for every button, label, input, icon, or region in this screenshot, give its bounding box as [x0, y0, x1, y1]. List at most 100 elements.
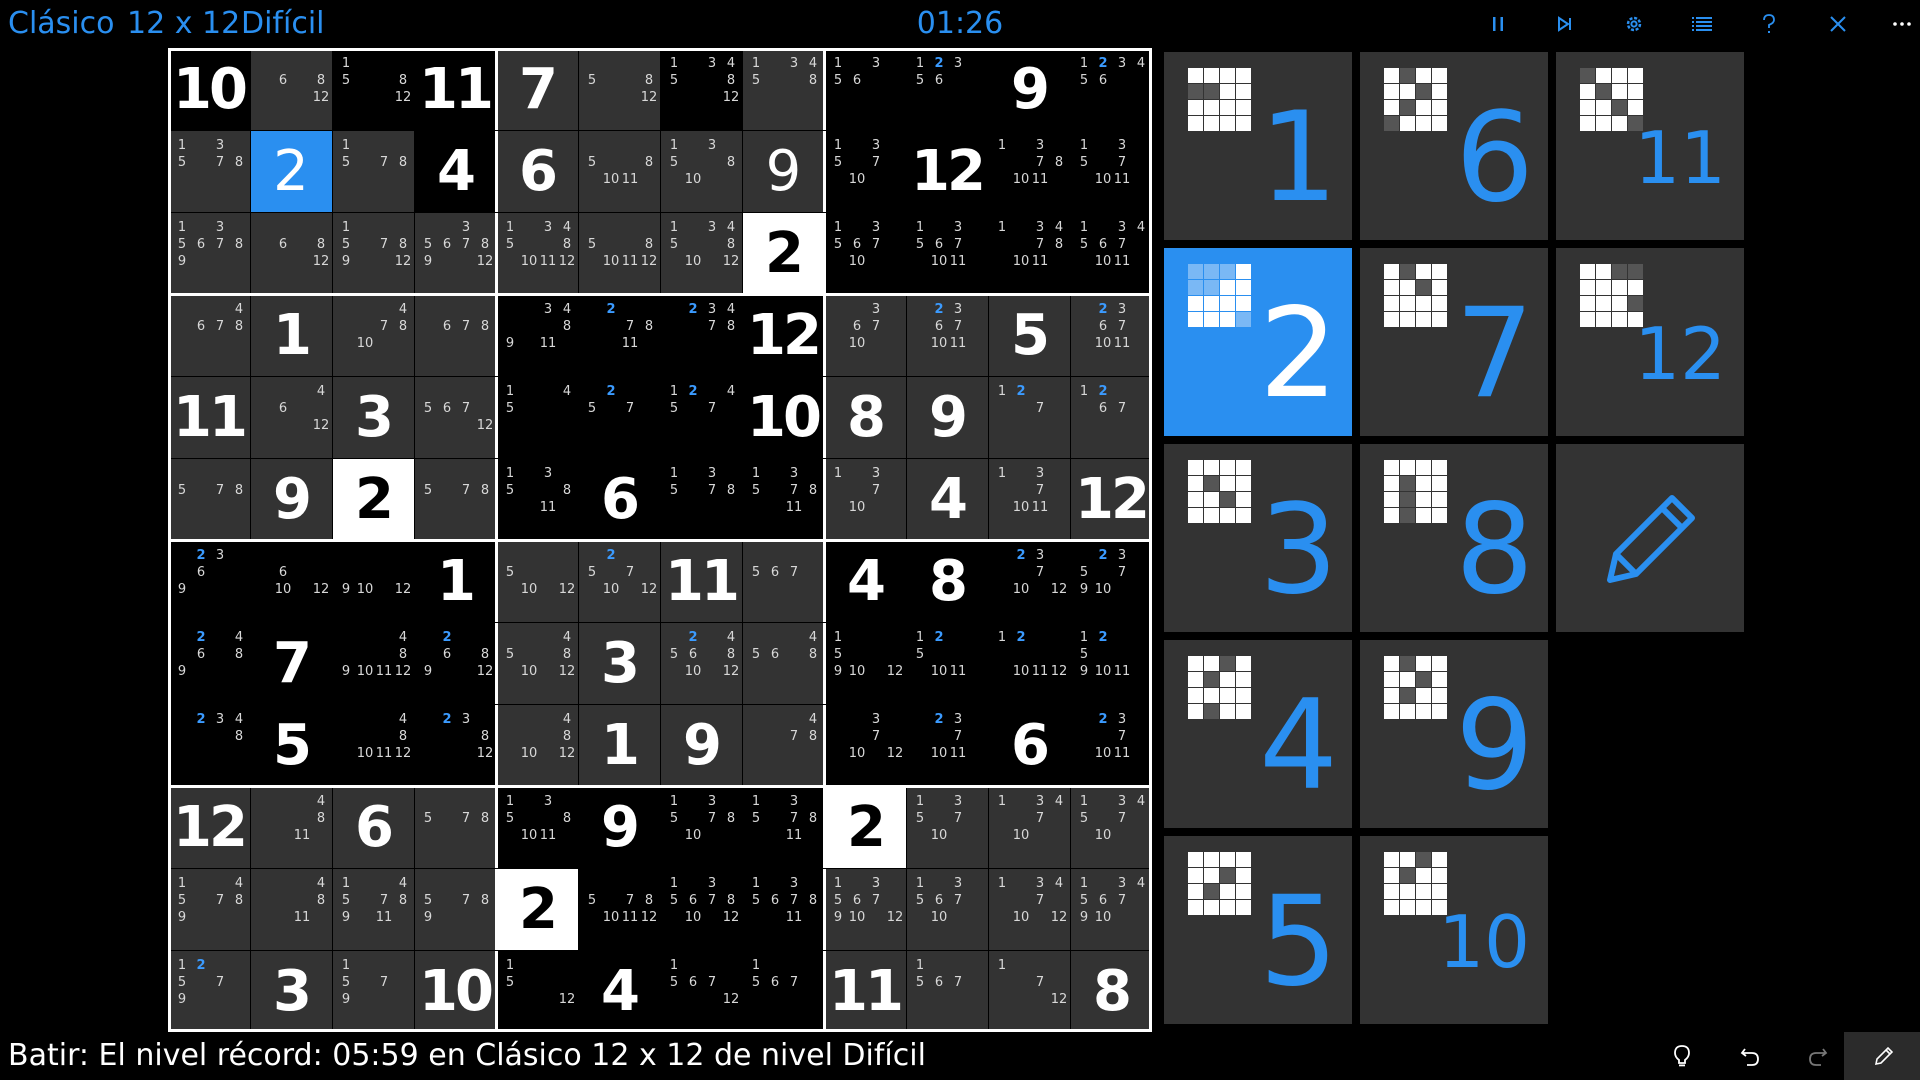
- cell[interactable]: 5 78: [414, 786, 496, 868]
- pencil-icon[interactable]: [1866, 1040, 1902, 1072]
- cell[interactable]: 9: [742, 130, 824, 212]
- cell[interactable]: 123 56: [906, 48, 988, 130]
- cell[interactable]: 2: [824, 786, 906, 868]
- pencil-button[interactable]: [1556, 444, 1744, 632]
- cell[interactable]: 12: [1070, 458, 1152, 540]
- size-title[interactable]: 12 x 12: [127, 3, 240, 45]
- cell[interactable]: 1234 56: [1070, 48, 1152, 130]
- cell[interactable]: 1567: [906, 950, 988, 1032]
- cell[interactable]: 1: [414, 540, 496, 622]
- cell[interactable]: 1 7 12: [988, 950, 1070, 1032]
- number-tile-1[interactable]: 1: [1164, 52, 1352, 240]
- cell[interactable]: 3 6 7 10: [824, 294, 906, 376]
- cell[interactable]: 11: [168, 376, 250, 458]
- cell[interactable]: 1 2 10 11 12: [988, 622, 1070, 704]
- cell[interactable]: 6 8 12: [250, 212, 332, 294]
- cell[interactable]: 4: [578, 950, 660, 1032]
- cell[interactable]: 4: [414, 130, 496, 212]
- cell[interactable]: 23478: [660, 294, 742, 376]
- cell[interactable]: 2: [742, 212, 824, 294]
- cell[interactable]: 5 8 10 11 12: [578, 212, 660, 294]
- cell[interactable]: 7: [496, 48, 578, 130]
- cell[interactable]: 8: [906, 540, 988, 622]
- cell[interactable]: 6: [496, 130, 578, 212]
- cell[interactable]: 1 2 5 10 11: [906, 622, 988, 704]
- cell[interactable]: 2 3 7 10 11: [906, 704, 988, 786]
- cell[interactable]: 4 8 9 10 11 12: [332, 622, 414, 704]
- cell[interactable]: 1 5 12: [496, 950, 578, 1032]
- cell[interactable]: 12: [906, 130, 988, 212]
- cell[interactable]: 5: [988, 294, 1070, 376]
- cell[interactable]: 1 3 7 10: [824, 458, 906, 540]
- cell[interactable]: 2 7 8 11: [578, 294, 660, 376]
- cell[interactable]: 4 5 8 10 12: [496, 622, 578, 704]
- cell[interactable]: 1 3 5 7 10: [906, 786, 988, 868]
- cell[interactable]: 1 3 5678 9: [168, 212, 250, 294]
- cell[interactable]: 1 3 4 7 10: [988, 786, 1070, 868]
- cell[interactable]: 4 7 8 10: [332, 294, 414, 376]
- cell[interactable]: 1 3 5 6 7 8 10 12: [660, 868, 742, 950]
- cell[interactable]: 8: [824, 376, 906, 458]
- cell[interactable]: 4 8 11: [250, 868, 332, 950]
- cell[interactable]: 5 78: [414, 458, 496, 540]
- number-tile-8[interactable]: 8: [1360, 444, 1548, 632]
- number-tile-10[interactable]: 10: [1360, 836, 1548, 1024]
- cell[interactable]: 1 3 5 8 10: [660, 130, 742, 212]
- lightbulb-icon[interactable]: [1664, 1040, 1700, 1072]
- redo-icon[interactable]: [1800, 1040, 1836, 1072]
- undo-icon[interactable]: [1732, 1040, 1768, 1072]
- cell[interactable]: 1 3 5 6 7 10: [906, 868, 988, 950]
- cell[interactable]: 1 4 5: [496, 376, 578, 458]
- cell[interactable]: 478: [742, 704, 824, 786]
- cell[interactable]: 1 3 5 7 8 11: [742, 786, 824, 868]
- cell[interactable]: 9: [906, 376, 988, 458]
- cell[interactable]: 1 3 5 78: [660, 458, 742, 540]
- cell[interactable]: 9: [660, 704, 742, 786]
- cell[interactable]: 1578: [332, 130, 414, 212]
- cell[interactable]: 5: [250, 704, 332, 786]
- cell[interactable]: 3: [250, 950, 332, 1032]
- cell[interactable]: 2: [332, 458, 414, 540]
- list-icon[interactable]: [1684, 8, 1720, 40]
- cell[interactable]: 2 3 7 10 11: [1070, 704, 1152, 786]
- sudoku-board[interactable]: 10 6 8 12 1 5 8 12 11 7 5 8 12 1 3 4 5 8 12 1 3 4 5 8 1 3 5 6 1 2 3 5 6 9…: [168, 48, 1152, 1032]
- cell[interactable]: 1 3 5 7 10 11: [1070, 130, 1152, 212]
- cell[interactable]: 12 67: [1070, 376, 1152, 458]
- number-tile-12[interactable]: 12: [1556, 248, 1744, 436]
- cell[interactable]: 1 3 7 10 11: [988, 458, 1070, 540]
- cell[interactable]: 2: [496, 868, 578, 950]
- cell[interactable]: 1 3 5 6 7 9 10 12: [824, 868, 906, 950]
- cell[interactable]: 9: [578, 786, 660, 868]
- cell[interactable]: 3 5 6 7 8 9 12: [414, 212, 496, 294]
- cell[interactable]: 1 5 9 10 12: [824, 622, 906, 704]
- cell[interactable]: 1: [578, 704, 660, 786]
- pause-icon[interactable]: [1480, 8, 1516, 40]
- cell[interactable]: 3: [332, 376, 414, 458]
- cell[interactable]: 5 10 12: [496, 540, 578, 622]
- cell[interactable]: 1 3 5 6 7 10 11: [906, 212, 988, 294]
- cell[interactable]: 1: [250, 294, 332, 376]
- cell[interactable]: 3 7 10 12: [824, 704, 906, 786]
- cell[interactable]: 2 3 6 7 10 11: [906, 294, 988, 376]
- cell[interactable]: 6: [332, 786, 414, 868]
- cell[interactable]: 2 3 7 10 12: [988, 540, 1070, 622]
- cell[interactable]: 1 3 4 7 10 12: [988, 868, 1070, 950]
- cell[interactable]: 1 4 5 78 9: [168, 868, 250, 950]
- cell[interactable]: 6: [578, 458, 660, 540]
- number-tile-11[interactable]: 11: [1556, 52, 1744, 240]
- cell[interactable]: 1 3 5 7 8 11: [742, 458, 824, 540]
- cell[interactable]: 5 8 10 11: [578, 130, 660, 212]
- cell[interactable]: 1 5 7 8 9 12: [332, 212, 414, 294]
- cell[interactable]: 1 3 5 8 10 11: [496, 786, 578, 868]
- cell[interactable]: 1 3 56: [824, 48, 906, 130]
- cell[interactable]: 2 4 5 6 8 10 12: [660, 622, 742, 704]
- cell[interactable]: 1 3 5 78: [168, 130, 250, 212]
- cell[interactable]: 5 6 7 12: [414, 376, 496, 458]
- cell[interactable]: 6 8 12: [250, 48, 332, 130]
- difficulty-title[interactable]: Difícil: [241, 3, 325, 45]
- cell[interactable]: 1 3 7 8 10 11: [988, 130, 1070, 212]
- cell[interactable]: 9: [988, 48, 1070, 130]
- cell[interactable]: 4 6 12: [250, 376, 332, 458]
- cell[interactable]: 1 3 5 8 11: [496, 458, 578, 540]
- cell[interactable]: 2: [250, 130, 332, 212]
